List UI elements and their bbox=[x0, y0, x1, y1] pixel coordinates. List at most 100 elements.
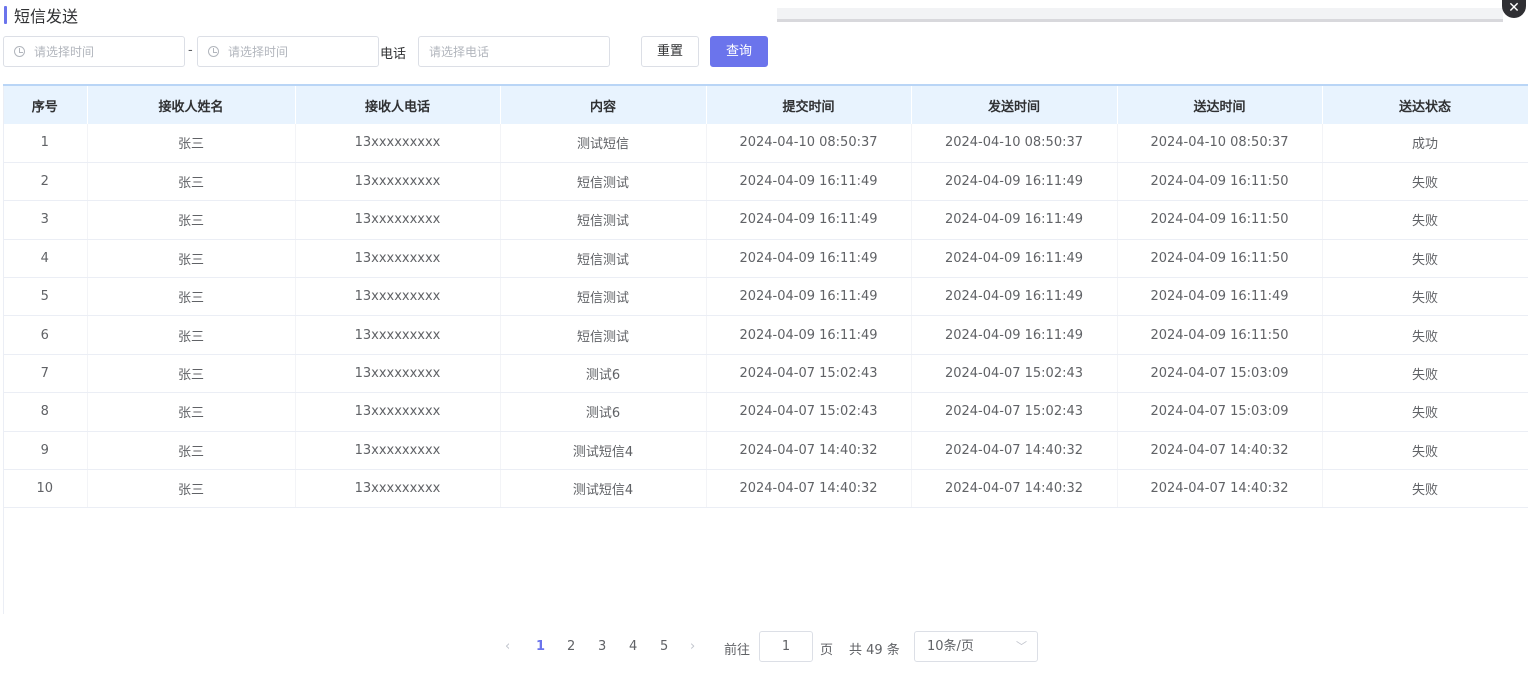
col-deliver-time-header[interactable]: 送达时间 bbox=[1117, 86, 1323, 124]
cell-name: 张三 bbox=[87, 469, 296, 509]
cell-submit-time: 2024-04-07 14:40:32 bbox=[706, 469, 912, 509]
cell-send-time: 2024-04-07 15:02:43 bbox=[911, 354, 1118, 394]
start-time-placeholder: 请选择时间 bbox=[34, 45, 95, 59]
cell-status: 失败 bbox=[1322, 354, 1528, 394]
cell-content: 测试6 bbox=[500, 392, 707, 432]
cell-send-time: 2024-04-10 08:50:37 bbox=[911, 124, 1118, 163]
cell-submit-time: 2024-04-09 16:11:49 bbox=[706, 162, 912, 202]
cell-content: 测试短信 bbox=[500, 124, 707, 163]
page-size-value: 10条/页 bbox=[927, 639, 974, 654]
cell-name: 张三 bbox=[87, 431, 296, 471]
cell-phone: 13xxxxxxxxx bbox=[295, 277, 501, 317]
sms-table: 序号 接收人姓名 接收人电话 内容 提交时间 发送时间 送达时间 送达状态 1张… bbox=[3, 84, 1528, 614]
cell-phone: 13xxxxxxxxx bbox=[295, 392, 501, 432]
table-row[interactable]: 10 张三 13xxxxxxxxx 测试短信4 2024-04-07 14:40:32 2… bbox=[3, 469, 1528, 509]
sms-table-grid: 序号 接收人姓名 接收人电话 内容 提交时间 发送时间 送达时间 送达状态 1张… bbox=[3, 86, 1528, 509]
cell-index: 3 bbox=[3, 200, 88, 240]
cell-content: 测试短信4 bbox=[500, 469, 707, 509]
cell-phone: 13xxxxxxxxx bbox=[295, 431, 501, 471]
table-row[interactable]: 4 张三 13xxxxxxxxx 短信测试 2024-04-09 16:11:49 202… bbox=[3, 239, 1528, 279]
page-size-select[interactable]: 10条/页 ﹀ bbox=[914, 631, 1038, 662]
table-left-border bbox=[3, 86, 4, 614]
next-page-button[interactable]: › bbox=[690, 639, 695, 654]
cell-status: 失败 bbox=[1322, 431, 1528, 471]
prev-page-button[interactable]: ‹ bbox=[505, 639, 510, 654]
page-3[interactable]: 3 bbox=[598, 639, 606, 654]
page-4[interactable]: 4 bbox=[629, 639, 637, 654]
cell-deliver-time: 2024-04-07 15:03:09 bbox=[1117, 354, 1323, 394]
col-content-header[interactable]: 内容 bbox=[500, 86, 707, 124]
cell-content: 测试短信4 bbox=[500, 431, 707, 471]
cell-phone: 13xxxxxxxxx bbox=[295, 124, 501, 163]
cell-send-time: 2024-04-07 14:40:32 bbox=[911, 431, 1118, 471]
cell-phone: 13xxxxxxxxx bbox=[295, 162, 501, 202]
range-separator: - bbox=[188, 43, 193, 58]
cell-send-time: 2024-04-09 16:11:49 bbox=[911, 277, 1118, 317]
table-row[interactable]: 5 张三 13xxxxxxxxx 短信测试 2024-04-09 16:11:49 202… bbox=[3, 277, 1528, 317]
cell-index: 7 bbox=[3, 354, 88, 394]
close-icon[interactable]: ✕ bbox=[1502, 0, 1526, 18]
table-row[interactable]: 1 张三 13xxxxxxxxx 测试短信 2024-04-10 08:50:37 202… bbox=[3, 124, 1528, 163]
table-row[interactable]: 9 张三 13xxxxxxxxx 测试短信4 2024-04-07 14:40:32 20… bbox=[3, 431, 1528, 471]
table-body: 1 张三 13xxxxxxxxx 测试短信 2024-04-10 08:50:37 202… bbox=[3, 124, 1528, 509]
cell-content: 短信测试 bbox=[500, 277, 707, 317]
cell-status: 成功 bbox=[1322, 124, 1528, 163]
goto-page-input[interactable]: 1 bbox=[759, 631, 813, 662]
query-button[interactable]: 查询 bbox=[710, 36, 768, 67]
col-name-header[interactable]: 接收人姓名 bbox=[87, 86, 296, 124]
col-send-time-header[interactable]: 发送时间 bbox=[911, 86, 1118, 124]
cell-status: 失败 bbox=[1322, 277, 1528, 317]
cell-name: 张三 bbox=[87, 124, 296, 163]
cell-index: 8 bbox=[3, 392, 88, 432]
goto-label: 前往 bbox=[724, 643, 751, 658]
table-row[interactable]: 2 张三 13xxxxxxxxx 短信测试 2024-04-09 16:11:49 202… bbox=[3, 162, 1528, 202]
table-row[interactable]: 7 张三 13xxxxxxxxx 测试6 2024-04-07 15:02:43 2024… bbox=[3, 354, 1528, 394]
col-submit-time-header[interactable]: 提交时间 bbox=[706, 86, 912, 124]
chevron-down-icon: ﹀ bbox=[1016, 640, 1027, 653]
table-header-row: 序号 接收人姓名 接收人电话 内容 提交时间 发送时间 送达时间 送达状态 bbox=[3, 86, 1528, 124]
page-header: 短信发送 bbox=[4, 4, 78, 26]
col-index-header[interactable]: 序号 bbox=[3, 86, 88, 124]
cell-name: 张三 bbox=[87, 392, 296, 432]
phone-input[interactable]: 请选择电话 bbox=[418, 36, 610, 67]
cell-deliver-time: 2024-04-09 16:11:50 bbox=[1117, 315, 1323, 355]
cell-submit-time: 2024-04-07 15:02:43 bbox=[706, 354, 912, 394]
page-unit-label: 页 bbox=[820, 643, 834, 658]
col-phone-header[interactable]: 接收人电话 bbox=[295, 86, 501, 124]
end-time-picker[interactable]: 请选择时间 bbox=[197, 36, 379, 67]
col-status-header[interactable]: 送达状态 bbox=[1322, 86, 1528, 124]
cell-index: 9 bbox=[3, 431, 88, 471]
cell-submit-time: 2024-04-07 15:02:43 bbox=[706, 392, 912, 432]
cell-status: 失败 bbox=[1322, 162, 1528, 202]
cell-send-time: 2024-04-09 16:11:49 bbox=[911, 162, 1118, 202]
cell-content: 短信测试 bbox=[500, 200, 707, 240]
table-row[interactable]: 6 张三 13xxxxxxxxx 短信测试 2024-04-09 16:11:49 202… bbox=[3, 315, 1528, 355]
start-time-picker[interactable]: 请选择时间 bbox=[3, 36, 185, 67]
cell-phone: 13xxxxxxxxx bbox=[295, 239, 501, 279]
cell-send-time: 2024-04-09 16:11:49 bbox=[911, 315, 1118, 355]
cell-content: 短信测试 bbox=[500, 162, 707, 202]
cell-send-time: 2024-04-09 16:11:49 bbox=[911, 200, 1118, 240]
cell-deliver-time: 2024-04-07 15:03:09 bbox=[1117, 392, 1323, 432]
page-1[interactable]: 1 bbox=[536, 639, 545, 654]
cell-send-time: 2024-04-07 14:40:32 bbox=[911, 469, 1118, 509]
cell-index: 1 bbox=[3, 124, 88, 163]
page-title: 短信发送 bbox=[14, 7, 79, 26]
page-2[interactable]: 2 bbox=[567, 639, 575, 654]
pagination: ‹ 1 2 3 4 5 › 前往 1 页 共 49 条 10条/页 ﹀ bbox=[503, 631, 1038, 662]
cell-deliver-time: 2024-04-09 16:11:50 bbox=[1117, 162, 1323, 202]
cell-deliver-time: 2024-04-10 08:50:37 bbox=[1117, 124, 1323, 163]
cell-index: 6 bbox=[3, 315, 88, 355]
end-time-placeholder: 请选择时间 bbox=[228, 45, 289, 59]
reset-button[interactable]: 重置 bbox=[641, 36, 699, 67]
table-row[interactable]: 8 张三 13xxxxxxxxx 测试6 2024-04-07 15:02:43 2024… bbox=[3, 392, 1528, 432]
cell-content: 测试6 bbox=[500, 354, 707, 394]
phone-label: 电话 bbox=[380, 47, 407, 62]
page-5[interactable]: 5 bbox=[660, 639, 668, 654]
cell-deliver-time: 2024-04-09 16:11:49 bbox=[1117, 277, 1323, 317]
cell-name: 张三 bbox=[87, 277, 296, 317]
cell-send-time: 2024-04-09 16:11:49 bbox=[911, 239, 1118, 279]
cell-submit-time: 2024-04-10 08:50:37 bbox=[706, 124, 912, 163]
top-divider bbox=[777, 8, 1503, 22]
table-row[interactable]: 3 张三 13xxxxxxxxx 短信测试 2024-04-09 16:11:49 202… bbox=[3, 200, 1528, 240]
